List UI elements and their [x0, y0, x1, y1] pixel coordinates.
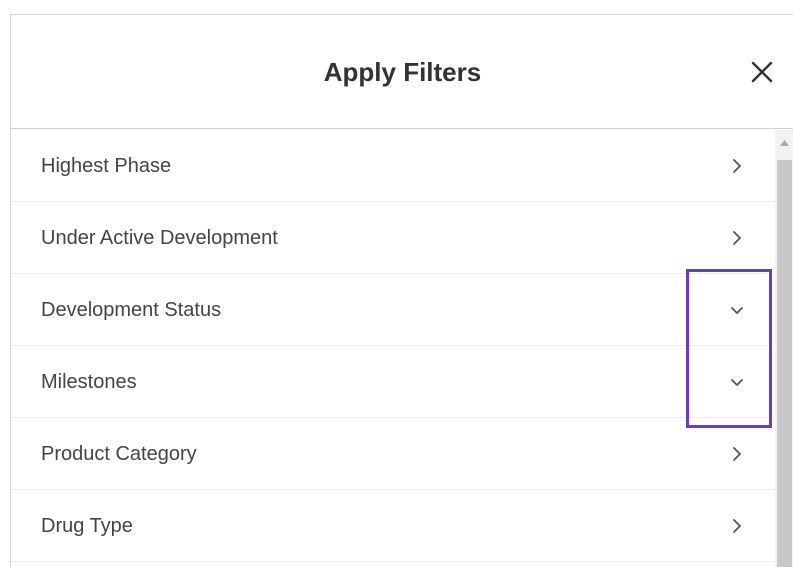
- scrollbar-thumb[interactable]: [777, 160, 792, 567]
- filter-label: Drug Type: [41, 515, 133, 537]
- filter-row-drug-type[interactable]: Drug Type: [11, 490, 775, 562]
- page: Apply Filters Highest Phase Under Active…: [0, 0, 793, 567]
- dialog-header: Apply Filters: [11, 15, 793, 129]
- scrollbar[interactable]: [775, 130, 793, 567]
- close-icon: [751, 61, 773, 83]
- scroll-up-arrow-icon[interactable]: [775, 136, 793, 150]
- filter-row-highest-phase[interactable]: Highest Phase: [11, 130, 775, 202]
- chevron-right-icon: [733, 159, 741, 173]
- filter-row-development-status[interactable]: Development Status: [11, 274, 775, 346]
- filter-dialog: Apply Filters Highest Phase Under Active…: [10, 14, 793, 567]
- chevron-right-icon: [733, 447, 741, 461]
- filter-list: Highest Phase Under Active Development D…: [11, 130, 775, 567]
- filter-label: Highest Phase: [41, 155, 172, 177]
- filter-label: Product Category: [41, 443, 197, 465]
- dialog-title: Apply Filters: [323, 57, 482, 87]
- chevron-down-icon: [731, 307, 743, 314]
- filter-row-milestones[interactable]: Milestones: [11, 346, 775, 418]
- chevron-right-icon: [733, 231, 741, 245]
- filter-label: Milestones: [41, 371, 137, 393]
- filter-row-under-active-development[interactable]: Under Active Development: [11, 202, 775, 274]
- chevron-down-icon: [731, 379, 743, 386]
- filter-label: Development Status: [41, 299, 222, 321]
- close-button[interactable]: [747, 57, 777, 87]
- filter-label: Under Active Development: [41, 227, 278, 249]
- chevron-right-icon: [733, 519, 741, 533]
- filter-row-product-category[interactable]: Product Category: [11, 418, 775, 490]
